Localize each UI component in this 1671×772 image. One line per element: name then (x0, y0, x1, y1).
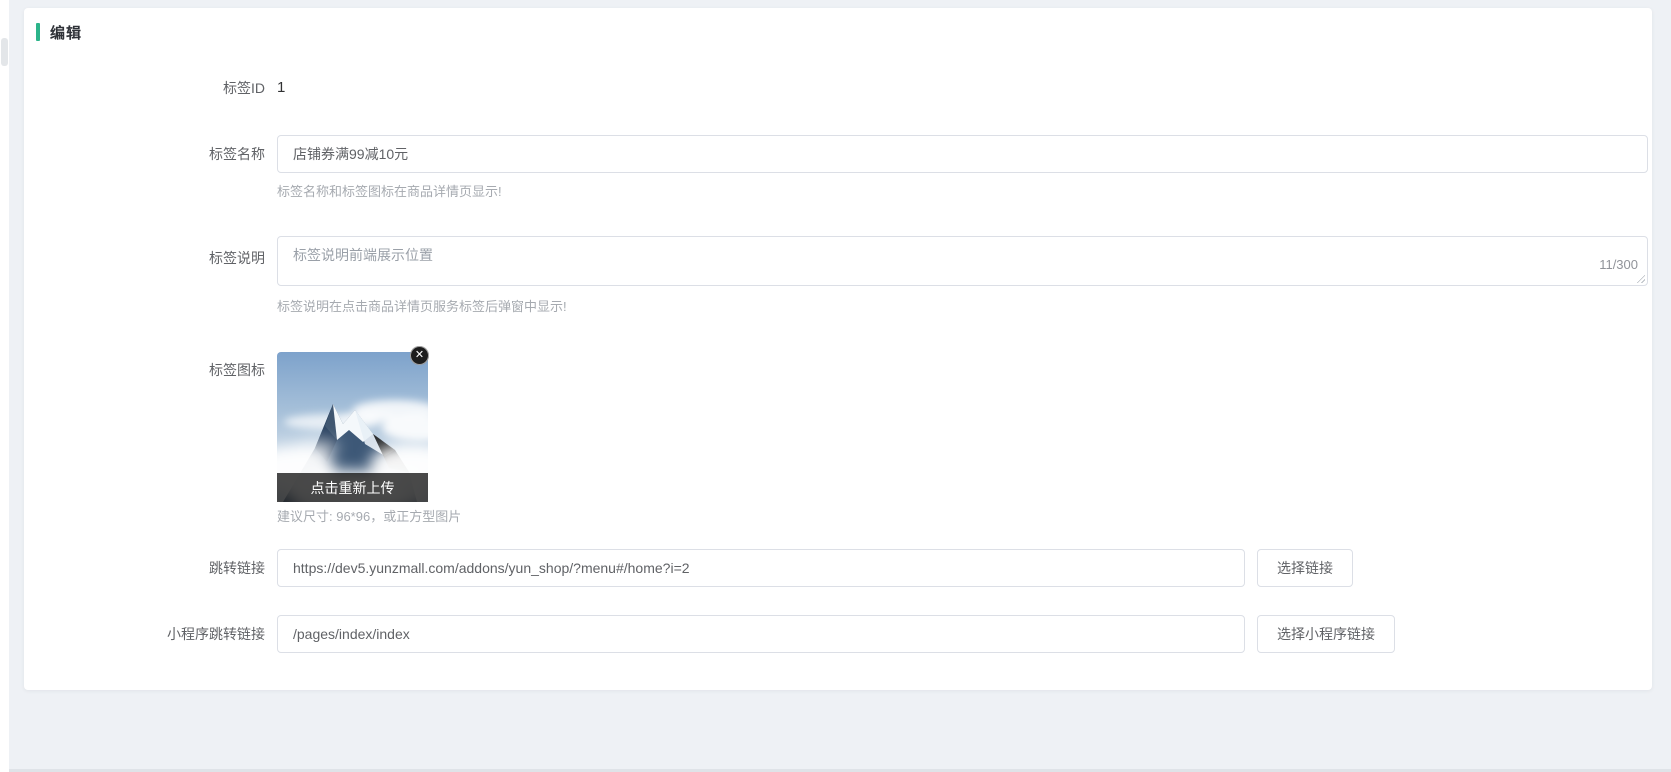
left-scrollbar[interactable] (0, 0, 9, 772)
scrollbar-thumb[interactable] (1, 38, 8, 66)
form-row-tag-desc: 标签说明 标签说明前端展示位置 11/300 标签说明在点击商品详情页服务标签后… (24, 236, 1652, 316)
tag-id-value: 1 (277, 79, 285, 96)
mini-link-label: 小程序跳转链接 (24, 615, 277, 653)
char-counter: 11/300 (1599, 258, 1638, 272)
tag-icon-help: 建议尺寸: 96*96，或正方型图片 (277, 508, 1652, 526)
tag-desc-help: 标签说明在点击商品详情页服务标签后弹窗中显示! (277, 298, 1652, 316)
choose-mini-link-button[interactable]: 选择小程序链接 (1257, 615, 1395, 653)
tag-name-input[interactable] (277, 135, 1648, 173)
form-row-tag-id: 标签ID 1 (24, 78, 1652, 98)
tag-desc-textarea[interactable]: 标签说明前端展示位置 (277, 236, 1648, 286)
edit-panel: 编辑 标签ID 1 标签名称 标签名称和标签图标在商品详情页显示! 标签说明 标… (24, 8, 1652, 690)
close-icon: ✕ (415, 350, 424, 361)
mini-link-input[interactable] (277, 615, 1245, 653)
reupload-overlay[interactable]: 点击重新上传 (277, 473, 428, 502)
title-accent-bar (36, 23, 40, 41)
choose-link-button[interactable]: 选择链接 (1257, 549, 1353, 587)
form-row-mini-link: 小程序跳转链接 选择小程序链接 (24, 615, 1652, 653)
tag-name-label: 标签名称 (24, 135, 277, 173)
page-title: 编辑 (50, 22, 82, 43)
form-row-jump-link: 跳转链接 选择链接 (24, 549, 1652, 587)
form-row-tag-icon: 标签图标 (24, 352, 1652, 526)
tag-icon-uploader[interactable]: 点击重新上传 ✕ (277, 352, 428, 502)
form-row-tag-name: 标签名称 标签名称和标签图标在商品详情页显示! (24, 135, 1652, 201)
tag-desc-label: 标签说明 (24, 236, 277, 268)
jump-link-input[interactable] (277, 549, 1245, 587)
reupload-label: 点击重新上传 (311, 478, 395, 498)
tag-id-label: 标签ID (24, 78, 277, 98)
panel-header: 编辑 (24, 8, 1652, 42)
remove-image-button[interactable]: ✕ (410, 346, 429, 365)
tag-name-help: 标签名称和标签图标在商品详情页显示! (277, 183, 1652, 201)
tag-icon-label: 标签图标 (24, 352, 277, 380)
jump-link-label: 跳转链接 (24, 549, 277, 587)
